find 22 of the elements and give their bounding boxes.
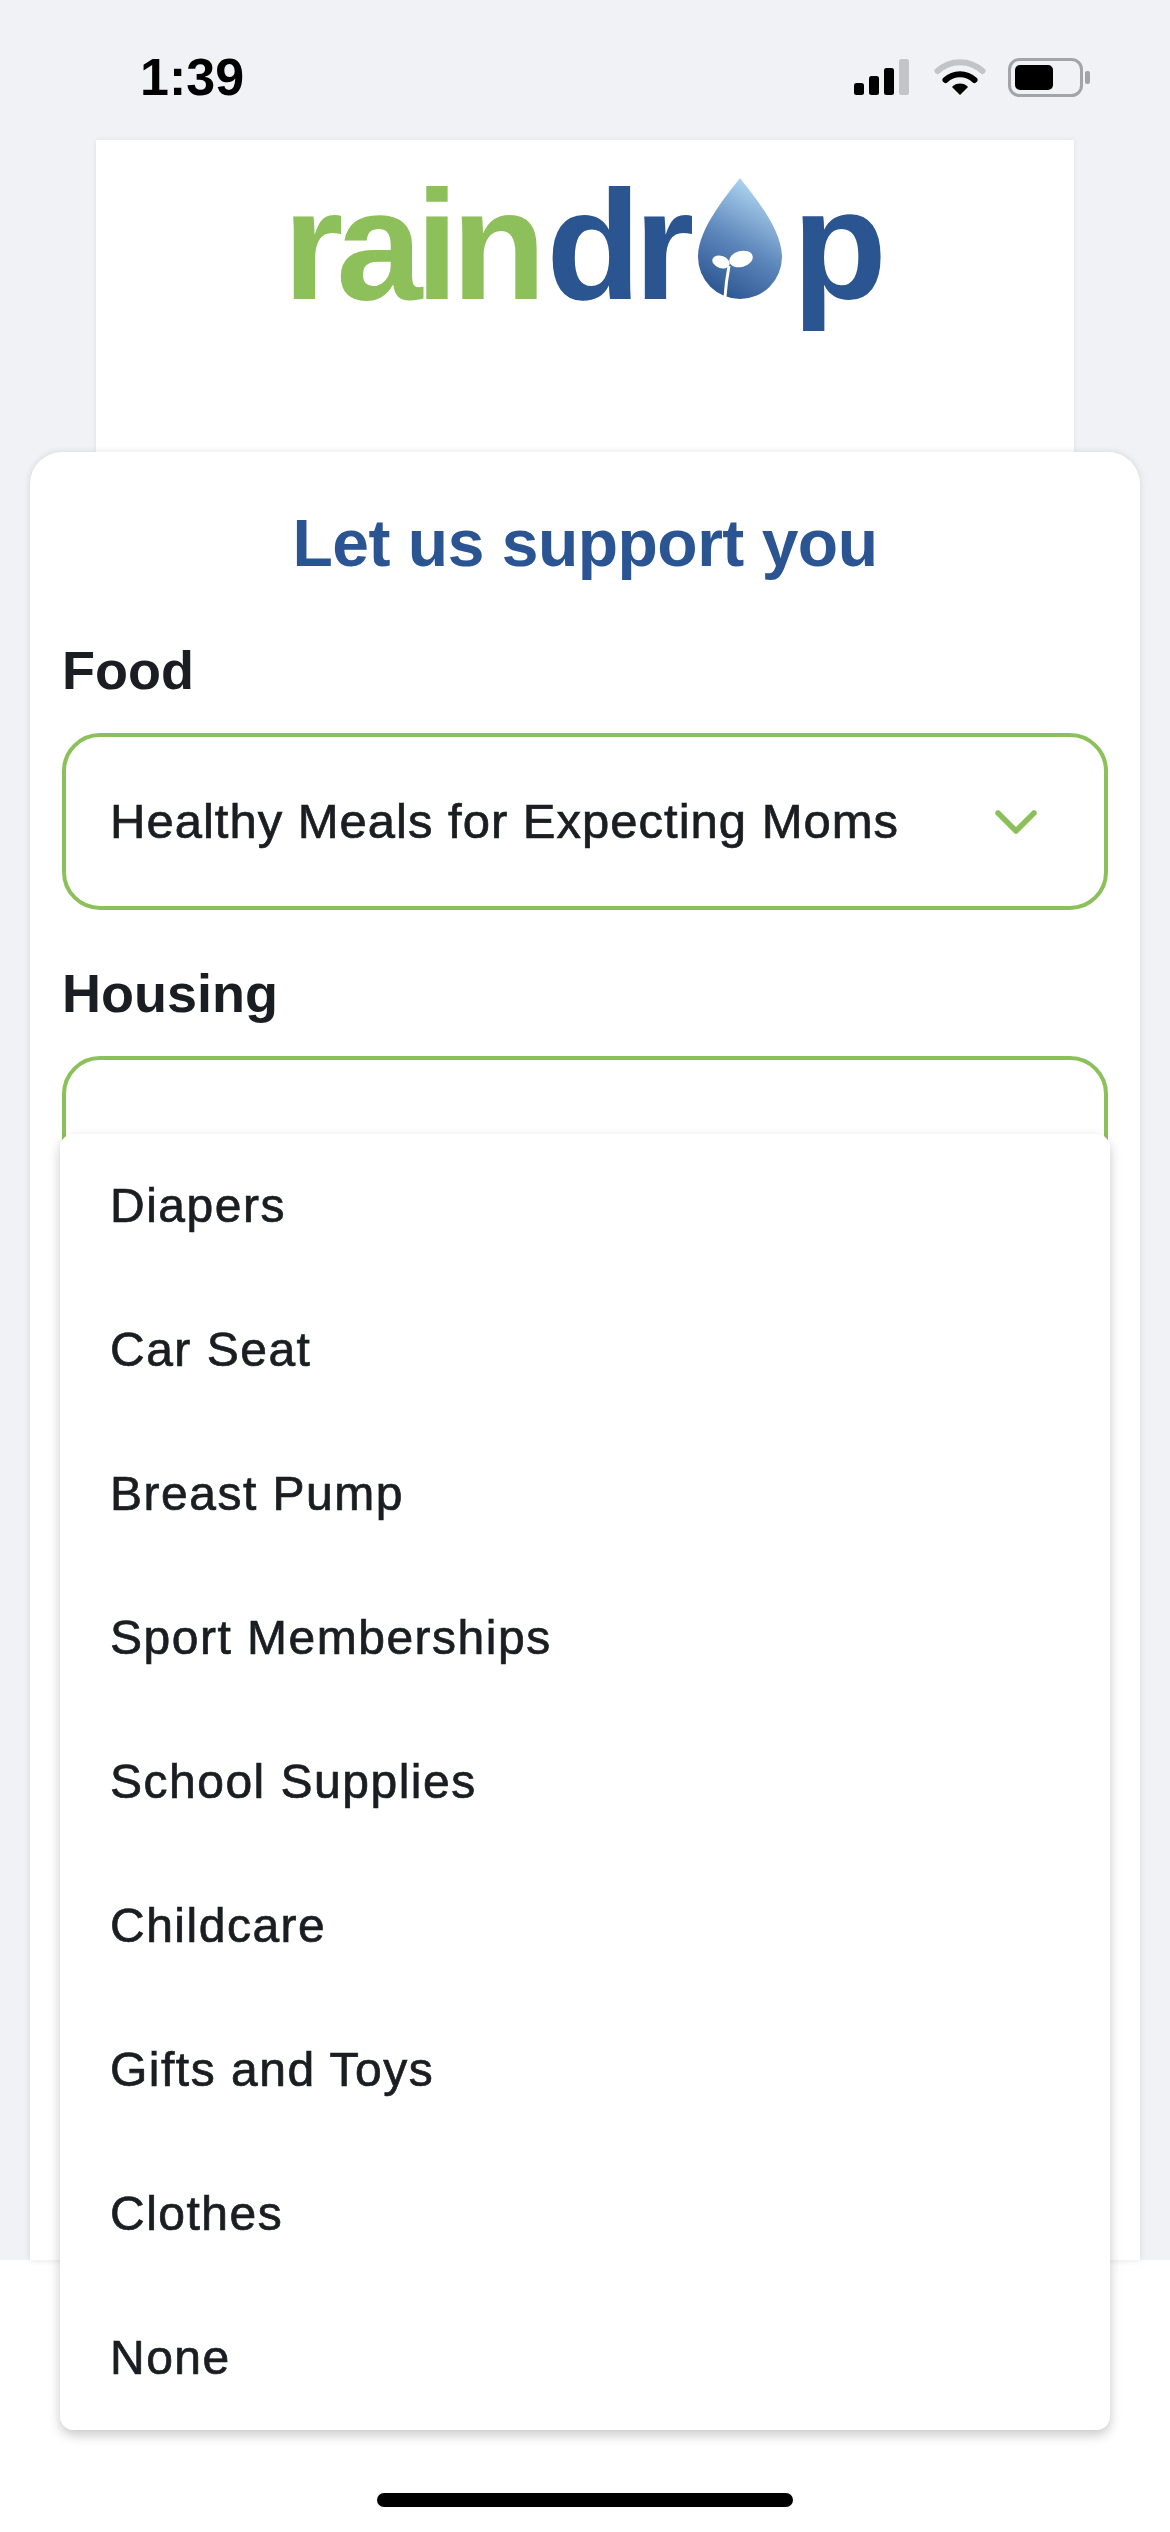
dropdown-option[interactable]: School Supplies [60,1710,1110,1854]
water-drop-icon [698,178,783,299]
status-time: 1:39 [140,47,245,107]
dropdown-option[interactable]: Diapers [60,1134,1110,1278]
logo-text: p [792,158,887,334]
battery-icon [1008,57,1090,97]
dropdown-field[interactable]: Healthy Meals for Expecting Moms [62,733,1108,910]
dropdown-option[interactable]: None [60,2286,1110,2430]
dropdown-option[interactable]: Gifts and Toys [60,1998,1110,2142]
signal-icon [854,59,912,95]
logo-text: rain [283,158,547,334]
field-label: Food [62,639,195,702]
field-label: Housing [62,962,279,1025]
dropdown-option[interactable]: Clothes [60,2142,1110,2286]
dropdown-option[interactable]: Car Seat [60,1278,1110,1422]
dropdown-option[interactable]: Sport Memberships [60,1566,1110,1710]
wifi-icon [934,58,986,96]
logo-text: dr [546,158,695,334]
form-title: Let us support you [291,505,879,582]
dropdown-option[interactable]: Childcare [60,1854,1110,1998]
dropdown-option[interactable]: Breast Pump [60,1422,1110,1566]
chevron-down-icon [995,809,1037,834]
